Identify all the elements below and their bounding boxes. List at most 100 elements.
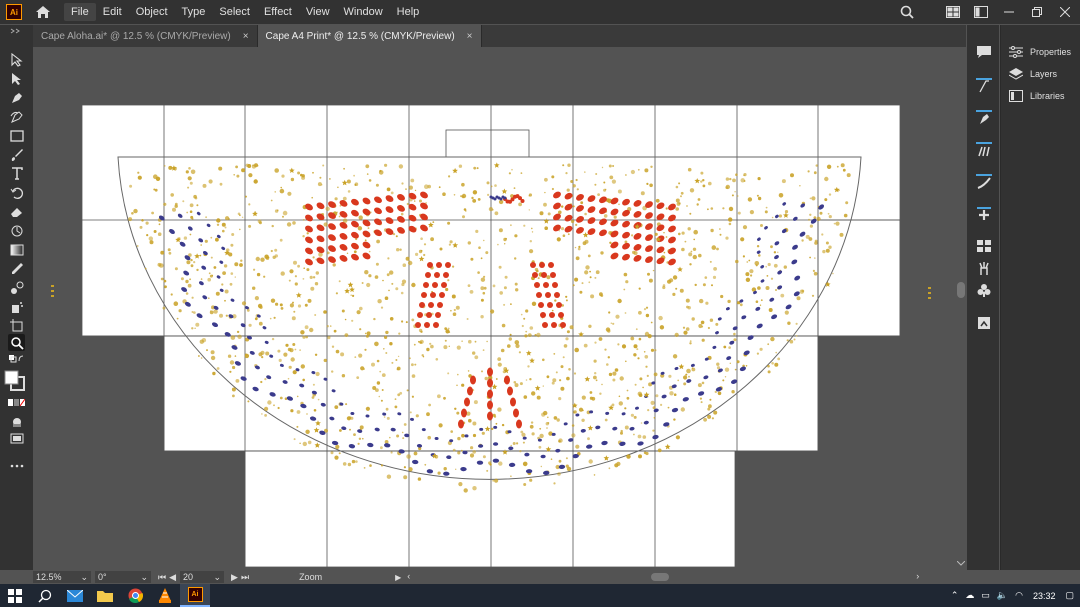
show-hidden-icons-icon[interactable]: ⌃ xyxy=(951,590,959,601)
character-icon[interactable] xyxy=(975,77,992,94)
rotation-field[interactable]: 0° ⌄ xyxy=(95,571,151,583)
home-icon[interactable] xyxy=(34,3,52,21)
chevron-down-icon[interactable]: ⌄ xyxy=(213,572,221,583)
previous-artboard-icon[interactable]: ◀ xyxy=(169,572,176,583)
menu-select[interactable]: Select xyxy=(212,3,257,21)
menu-file[interactable]: File xyxy=(64,3,96,21)
menu-effect[interactable]: Effect xyxy=(257,3,299,21)
horizontal-scrollbar[interactable]: ‹ › xyxy=(405,571,921,583)
tab-cape-aloha[interactable]: Cape Aloha.ai* @ 12.5 % (CMYK/Preview) × xyxy=(33,25,258,47)
pen-tool-icon[interactable] xyxy=(8,89,25,106)
rotate-tool-icon[interactable] xyxy=(8,184,25,201)
artboard-tool-icon[interactable] xyxy=(8,317,25,334)
screen-mode-icon[interactable] xyxy=(8,430,25,447)
puppet-icon[interactable] xyxy=(975,259,992,276)
notifications-icon[interactable]: ▢ xyxy=(1065,590,1074,601)
menu-window[interactable]: Window xyxy=(337,3,390,21)
network-icon[interactable]: ◠ xyxy=(1015,590,1023,601)
workspace-icon[interactable] xyxy=(970,1,992,23)
menu-help[interactable]: Help xyxy=(390,3,427,21)
folder-tray-icon[interactable]: ▭ xyxy=(981,590,990,601)
symbol-sprayer-tool-icon[interactable] xyxy=(8,298,25,315)
scroll-down-icon[interactable] xyxy=(957,561,965,566)
search-icon[interactable] xyxy=(30,584,60,607)
mail-icon[interactable] xyxy=(60,584,90,607)
curvature-tool-icon[interactable] xyxy=(8,108,25,125)
file-explorer-icon[interactable] xyxy=(90,584,120,607)
artboard-canvas[interactable] xyxy=(33,47,954,570)
panel-properties[interactable]: Properties xyxy=(1009,45,1071,59)
close-icon[interactable]: × xyxy=(243,31,249,42)
symbols-icon[interactable] xyxy=(975,281,992,298)
menu-type[interactable]: Type xyxy=(175,3,213,21)
direct-selection-tool-icon[interactable] xyxy=(8,70,25,87)
clock[interactable]: 23:32 xyxy=(1033,591,1056,601)
blend-tool-icon[interactable] xyxy=(8,279,25,296)
gold-dot xyxy=(565,299,568,302)
onedrive-icon[interactable]: ☁ xyxy=(965,590,974,601)
add-icon[interactable] xyxy=(975,205,992,222)
fill-stroke-swatch[interactable] xyxy=(4,370,26,392)
gold-dot xyxy=(228,252,233,257)
gold-dot xyxy=(617,343,620,346)
gradient-tool-icon[interactable] xyxy=(8,241,25,258)
vertical-scrollbar[interactable] xyxy=(954,47,967,570)
toolbar-collapse-icon[interactable] xyxy=(8,27,25,35)
zoom-level-field[interactable]: 12.5% ⌄ xyxy=(33,571,91,583)
scroll-left-icon[interactable]: ‹ xyxy=(407,571,410,581)
illustrator-taskbar-icon[interactable]: Ai xyxy=(180,584,210,607)
last-artboard-icon[interactable]: ⏭ xyxy=(241,572,249,583)
status-menu-icon[interactable]: ▶ xyxy=(395,573,401,582)
chevron-down-icon[interactable]: ⌄ xyxy=(80,572,88,583)
menu-object[interactable]: Object xyxy=(129,3,175,21)
gold-dot xyxy=(814,257,816,259)
scroll-right-icon[interactable]: › xyxy=(916,571,919,581)
vlc-icon[interactable] xyxy=(150,584,180,607)
scroll-thumb[interactable] xyxy=(957,282,965,298)
panel-label: Properties xyxy=(1030,47,1072,57)
arrange-documents-icon[interactable] xyxy=(942,1,964,23)
gold-dot xyxy=(296,425,299,428)
gold-dot xyxy=(724,376,727,378)
more-tools-icon[interactable] xyxy=(8,457,25,474)
zoom-tool-icon[interactable] xyxy=(8,334,25,351)
eyedropper-tool-icon[interactable] xyxy=(8,260,25,277)
paintbrush-tool-icon[interactable] xyxy=(8,146,25,163)
chrome-icon[interactable] xyxy=(120,584,150,607)
windows-start-icon[interactable] xyxy=(0,584,30,607)
next-artboard-icon[interactable]: ▶ xyxy=(231,572,238,583)
gold-dot xyxy=(385,407,389,411)
selection-tool-icon[interactable] xyxy=(8,51,25,68)
warp-tool-icon[interactable] xyxy=(8,222,25,239)
restore-icon[interactable] xyxy=(1026,1,1048,23)
color-mode-icon[interactable] xyxy=(8,398,25,408)
first-artboard-icon[interactable]: ⏮ xyxy=(158,572,166,583)
swap-fill-stroke-icon[interactable] xyxy=(8,354,25,364)
chevron-down-icon[interactable]: ⌄ xyxy=(140,572,148,583)
gold-dot xyxy=(428,403,431,407)
asset-export-icon[interactable] xyxy=(975,314,992,331)
volume-icon[interactable]: 🔈 xyxy=(997,590,1008,601)
tab-cape-a4-print[interactable]: Cape A4 Print* @ 12.5 % (CMYK/Preview) × xyxy=(257,25,482,47)
gold-dot xyxy=(260,350,265,355)
scroll-thumb[interactable] xyxy=(651,573,670,581)
swatches-icon[interactable] xyxy=(975,237,992,254)
comments-icon[interactable] xyxy=(975,43,992,60)
close-window-icon[interactable] xyxy=(1054,1,1076,23)
panel-libraries[interactable]: Libraries xyxy=(1009,89,1065,103)
type-tool-icon[interactable] xyxy=(8,165,25,182)
menu-edit[interactable]: Edit xyxy=(96,3,129,21)
draw-mode-icon[interactable] xyxy=(8,413,25,430)
rectangle-tool-icon[interactable] xyxy=(8,127,25,144)
search-icon[interactable] xyxy=(896,1,918,23)
pen-panel-icon[interactable] xyxy=(975,109,992,126)
brushes-icon[interactable] xyxy=(975,141,992,158)
eraser-tool-icon[interactable] xyxy=(8,203,25,220)
minimize-icon[interactable] xyxy=(998,1,1020,23)
gold-dot xyxy=(824,176,829,182)
close-icon[interactable]: × xyxy=(467,31,473,42)
menu-view[interactable]: View xyxy=(299,3,337,21)
brush-definition-icon[interactable] xyxy=(975,173,992,190)
artboard-number-field[interactable]: 20 ⌄ xyxy=(180,571,225,583)
panel-layers[interactable]: Layers xyxy=(1009,67,1057,81)
